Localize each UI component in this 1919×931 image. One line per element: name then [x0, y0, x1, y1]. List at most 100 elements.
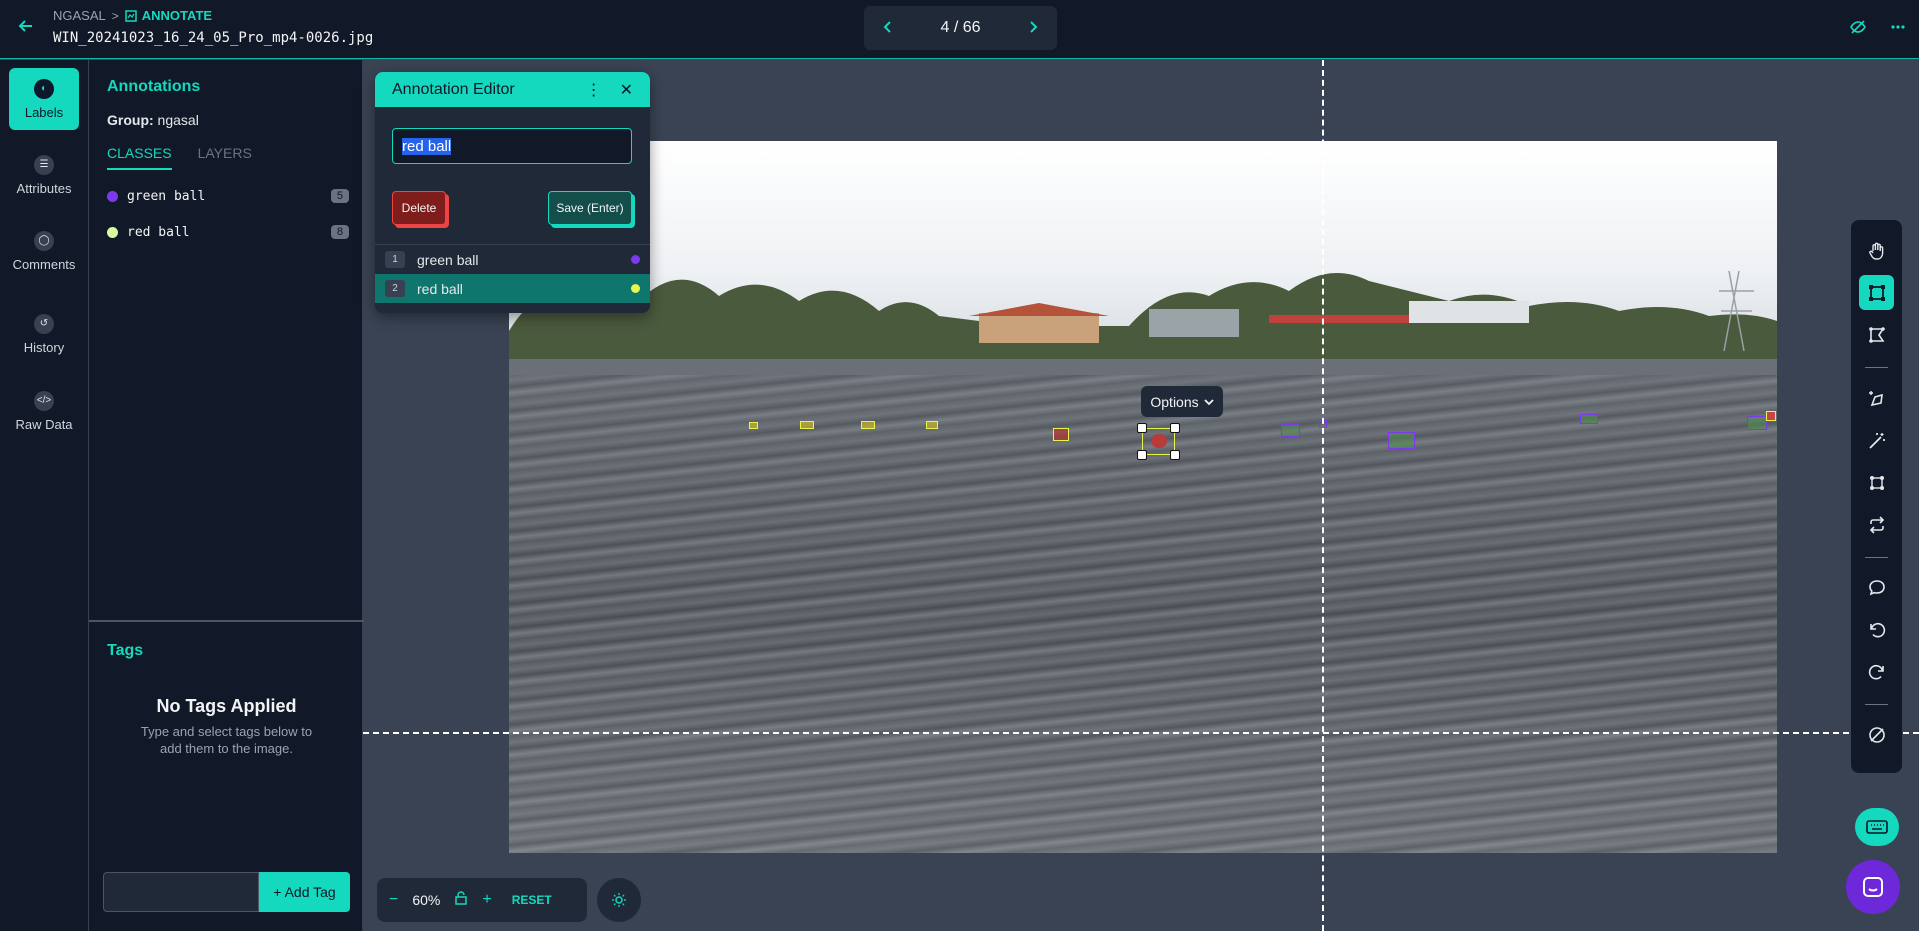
- class-color-dot: [631, 284, 640, 293]
- class-row-red-ball[interactable]: red ball 8: [107, 221, 349, 243]
- breadcrumb-annotate-label: ANNOTATE: [141, 8, 213, 23]
- left-nav-rail: ◐ Labels ☰ Attributes ◯ Comments ↺ Histo…: [0, 60, 88, 931]
- chevron-down-icon: [1203, 398, 1214, 405]
- convert-tool[interactable]: [1859, 507, 1894, 542]
- breadcrumb-project[interactable]: NGASAL: [53, 8, 106, 23]
- panel-tabs: CLASSES LAYERS: [107, 145, 252, 170]
- close-icon[interactable]: ✕: [620, 80, 633, 100]
- class-count-badge: 8: [330, 225, 349, 239]
- magic-wand-tool[interactable]: [1859, 423, 1894, 458]
- prev-image-button[interactable]: [882, 18, 894, 39]
- top-bar: NGASAL > ANNOTATE WIN_20241023_16_24_05_…: [0, 0, 1919, 59]
- class-option-red-ball[interactable]: 2 red ball: [375, 274, 650, 303]
- list-icon: ☰: [34, 154, 54, 175]
- redo-button[interactable]: [1859, 654, 1894, 689]
- chevron-right-icon: [1030, 20, 1038, 33]
- pan-tool[interactable]: [1859, 233, 1894, 268]
- zoom-reset-button[interactable]: RESET: [512, 893, 552, 907]
- repeat-icon: [1869, 515, 1884, 534]
- lock-zoom-button[interactable]: [454, 890, 468, 910]
- group-label: Group:: [107, 112, 154, 128]
- class-name: red ball: [127, 224, 190, 240]
- history-icon: ↺: [34, 313, 54, 334]
- bbox-green-ball[interactable]: [1281, 424, 1300, 437]
- rail-item-attributes[interactable]: ☰ Attributes: [9, 144, 79, 206]
- bbox-red-ball[interactable]: [861, 421, 875, 429]
- panel-divider: [89, 620, 364, 622]
- bbox-red-ball[interactable]: [1053, 428, 1069, 441]
- rail-item-label: Raw Data: [15, 416, 73, 432]
- class-name-input[interactable]: red ball: [392, 128, 632, 164]
- class-color-dot: [631, 255, 640, 264]
- panel-title: Annotations: [107, 78, 201, 95]
- tag-input[interactable]: [103, 872, 259, 912]
- code-icon: </>: [34, 390, 54, 411]
- rail-item-labels[interactable]: ◐ Labels: [9, 68, 79, 130]
- bbox-red-ball[interactable]: [800, 421, 814, 429]
- annotation-editor: Annotation Editor ⋮ ✕ red ball Delete Sa…: [375, 72, 650, 313]
- sun-icon: [612, 893, 626, 907]
- bbox-green-ball[interactable]: [1747, 416, 1767, 430]
- keypoint-tool[interactable]: [1859, 465, 1894, 500]
- resize-handle-sw[interactable]: [1137, 450, 1147, 460]
- undo-button[interactable]: [1859, 612, 1894, 647]
- bounding-box-tool[interactable]: [1859, 275, 1894, 310]
- bbox-green-ball[interactable]: [1580, 414, 1598, 424]
- class-option-green-ball[interactable]: 1 green ball: [375, 245, 650, 274]
- bbox-red-ball[interactable]: [1766, 411, 1776, 421]
- redo-icon: [1868, 664, 1884, 679]
- bbox-options-button[interactable]: Options: [1141, 386, 1223, 417]
- editor-header: Annotation Editor ⋮ ✕: [375, 72, 650, 107]
- eye-off-icon: [1850, 20, 1866, 34]
- class-name-input-value: red ball: [402, 137, 452, 155]
- annotation-image[interactable]: [509, 141, 1777, 853]
- brightness-button[interactable]: [597, 878, 641, 922]
- rail-item-comments[interactable]: ◯ Comments: [9, 220, 79, 282]
- zoom-controls: − 60% + RESET: [377, 878, 587, 922]
- support-chat-button[interactable]: [1846, 860, 1900, 914]
- bbox-red-ball[interactable]: [926, 421, 938, 429]
- add-tag-button[interactable]: + Add Tag: [259, 872, 350, 912]
- sparkle-polygon-icon: [1868, 390, 1883, 406]
- rail-item-raw-data[interactable]: </> Raw Data: [9, 380, 79, 442]
- bbox-red-ball[interactable]: [749, 422, 758, 429]
- more-vertical-icon[interactable]: ⋮: [586, 80, 602, 100]
- zoom-level: 60%: [412, 892, 441, 908]
- hotkey-badge: 1: [385, 251, 405, 268]
- tab-layers[interactable]: LAYERS: [198, 145, 252, 170]
- no-tags-message: No Tags Applied Type and select tags bel…: [89, 696, 364, 757]
- clear-tool[interactable]: [1859, 717, 1894, 752]
- editor-title: Annotation Editor: [392, 80, 515, 98]
- resize-handle-se[interactable]: [1170, 450, 1180, 460]
- delete-annotation-button[interactable]: Delete: [392, 191, 446, 225]
- unlock-icon: [455, 890, 468, 905]
- message-circle-icon: [1868, 579, 1885, 595]
- tab-classes[interactable]: CLASSES: [107, 145, 172, 170]
- breadcrumb: NGASAL > ANNOTATE: [53, 8, 212, 23]
- magic-wand-icon: [1868, 432, 1885, 449]
- class-row-green-ball[interactable]: green ball 5: [107, 185, 349, 207]
- hide-annotations-button[interactable]: [1849, 18, 1867, 41]
- rail-item-history[interactable]: ↺ History: [9, 303, 79, 365]
- resize-handle-ne[interactable]: [1170, 423, 1180, 433]
- next-image-button[interactable]: [1027, 18, 1039, 39]
- crosshair-vertical: [1322, 60, 1324, 931]
- save-annotation-button[interactable]: Save (Enter): [548, 191, 632, 225]
- back-arrow-icon[interactable]: [16, 16, 36, 36]
- zoom-out-button[interactable]: −: [389, 891, 398, 909]
- selected-ball: [1151, 434, 1167, 448]
- no-tags-title: No Tags Applied: [156, 696, 297, 716]
- zoom-in-button[interactable]: +: [482, 891, 491, 909]
- resize-handle-nw[interactable]: [1137, 423, 1147, 433]
- more-menu-button[interactable]: [1891, 18, 1905, 41]
- keyboard-shortcuts-button[interactable]: [1855, 808, 1899, 846]
- keypoints-icon: [1869, 475, 1884, 490]
- bbox-green-ball[interactable]: [1388, 432, 1415, 449]
- smart-polygon-tool[interactable]: [1859, 381, 1894, 416]
- comment-tool[interactable]: [1859, 570, 1894, 605]
- top-right-actions: [1849, 18, 1905, 41]
- rail-item-label: Attributes: [16, 180, 72, 196]
- undo-icon: [1869, 622, 1885, 637]
- polygon-tool[interactable]: [1859, 317, 1894, 352]
- rail-item-label: Comments: [12, 256, 76, 272]
